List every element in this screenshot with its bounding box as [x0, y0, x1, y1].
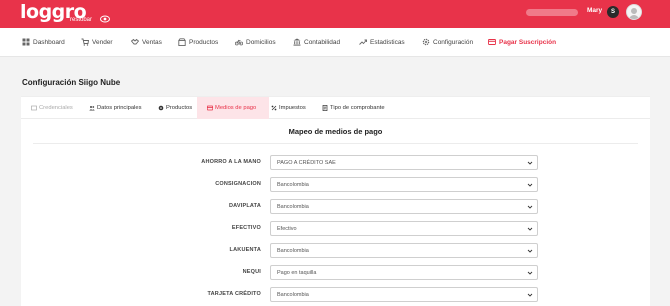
page-title: Configuración Siigo Nube [22, 78, 121, 87]
nav-contabilidad[interactable]: Contabilidad [293, 38, 340, 46]
card-icon [488, 39, 496, 45]
tab-bar: Credenciales Datos principales Productos… [21, 97, 650, 119]
tab-label: Impuestos [279, 105, 306, 111]
nav-productos[interactable]: Productos [178, 38, 218, 46]
cart-icon [81, 38, 89, 46]
tab-label: Tipo de comprobante [330, 105, 385, 111]
nav-label: Vender [92, 38, 113, 46]
payment-account-select[interactable]: Bancolombia [270, 243, 538, 258]
tab-label: Credenciales [39, 105, 73, 111]
tab-label: Datos principales [97, 105, 142, 111]
chevron-down-icon [527, 293, 533, 297]
percent-icon [271, 105, 277, 111]
payment-method-label: AHORRO A LA MANO [201, 159, 261, 165]
nav-domicilios[interactable]: Domicilios [235, 38, 276, 46]
select-value: Pago en taquilla [277, 270, 317, 276]
divider [33, 143, 638, 144]
mapping-row: NEQUI Pago en taquilla [21, 265, 650, 281]
nav-dashboard[interactable]: Dashboard [22, 38, 65, 46]
tab-productos[interactable]: Productos [154, 97, 196, 119]
blurred-store-name [526, 9, 578, 16]
payment-method-label: LAKUENTA [229, 247, 261, 253]
select-value: Bancolombia [277, 248, 309, 254]
payment-account-select[interactable]: Bancolombia [270, 177, 538, 192]
user-name[interactable]: Mary [587, 7, 602, 14]
nav-label: Pagar Suscripción [499, 38, 557, 46]
nav-ventas[interactable]: Ventas [131, 38, 162, 46]
eye-icon[interactable] [100, 14, 110, 24]
config-card: Credenciales Datos principales Productos… [21, 96, 650, 306]
payment-method-label: EFECTIVO [231, 225, 261, 231]
nav-configuracion[interactable]: Configuración [422, 38, 473, 46]
avatar[interactable] [626, 4, 642, 20]
nav-label: Domicilios [246, 38, 276, 46]
card-icon [207, 105, 213, 111]
section-title: Mapeo de medios de pago [288, 127, 383, 136]
tab-tipo-de-comprobante[interactable]: Tipo de comprobante [318, 97, 389, 119]
nav-label: Configuración [433, 38, 474, 46]
payment-account-select[interactable]: PAGO A CRÉDITO SAE [270, 155, 538, 170]
nav-pagar-suscripcion[interactable]: Pagar Suscripción [488, 38, 556, 46]
payment-method-label: NEQUI [242, 269, 261, 275]
tab-medios-de-pago[interactable]: Medios de pago [197, 97, 269, 119]
mapping-row: TARJETA CRÉDITO Bancolombia [21, 287, 650, 303]
select-value: Bancolombia [277, 182, 309, 188]
mapping-row: CONSIGNACION Bancolombia [21, 177, 650, 193]
nav-label: Estadisticas [370, 38, 405, 46]
app-logo[interactable]: loggro restobar [20, 2, 92, 23]
nav-vender[interactable]: Vender [81, 38, 113, 46]
dashboard-icon [22, 38, 30, 46]
user-badge[interactable]: S [607, 6, 619, 18]
select-value: PAGO A CRÉDITO SAE [277, 160, 336, 166]
payment-method-label: TARJETA CRÉDITO [207, 291, 261, 297]
nav-estadisticas[interactable]: Estadisticas [359, 38, 405, 46]
chevron-down-icon [527, 161, 533, 165]
select-value: Bancolombia [277, 204, 309, 210]
box-icon [178, 38, 186, 46]
payment-account-select[interactable]: Bancolombia [270, 199, 538, 214]
nav-label: Dashboard [33, 38, 65, 46]
nav-label: Productos [189, 38, 219, 46]
bank-icon [293, 38, 301, 46]
main-nav: Dashboard Vender Ventas Productos Domici… [0, 28, 670, 57]
tab-label: Productos [166, 105, 193, 111]
gear-icon [422, 38, 430, 46]
payment-account-select[interactable]: Bancolombia [270, 287, 538, 302]
chevron-down-icon [527, 205, 533, 209]
nav-label: Ventas [142, 38, 162, 46]
payment-method-label: DAVIPLATA [228, 203, 261, 209]
nav-label: Contabilidad [304, 38, 341, 46]
users-icon [89, 106, 95, 111]
mapping-row: AHORRO A LA MANO PAGO A CRÉDITO SAE [21, 155, 650, 171]
payment-account-select[interactable]: Pago en taquilla [270, 265, 538, 280]
chevron-down-icon [527, 227, 533, 231]
trend-icon [359, 39, 367, 45]
chevron-down-icon [527, 183, 533, 187]
tab-impuestos[interactable]: Impuestos [267, 97, 310, 119]
handshake-icon [131, 38, 139, 45]
select-value: Efectivo [277, 226, 297, 232]
chevron-down-icon [527, 271, 533, 275]
chevron-down-icon [527, 249, 533, 253]
bike-icon [235, 39, 243, 46]
key-icon [31, 105, 37, 111]
logo-subtitle: restobar [70, 17, 93, 23]
mapping-row: LAKUENTA Bancolombia [21, 243, 650, 259]
mapping-row: EFECTIVO Efectivo [21, 221, 650, 237]
payment-method-label: CONSIGNACION [215, 181, 261, 187]
mapping-row: DAVIPLATA Bancolombia [21, 199, 650, 215]
top-bar: loggro restobar Mary S [0, 0, 670, 28]
gear-icon [158, 105, 164, 111]
tab-label: Medios de pago [215, 105, 257, 111]
tab-datos-principales[interactable]: Datos principales [85, 97, 145, 119]
payment-account-select[interactable]: Efectivo [270, 221, 538, 236]
document-icon [322, 105, 328, 111]
select-value: Bancolombia [277, 292, 309, 298]
tab-credenciales[interactable]: Credenciales [27, 97, 77, 119]
